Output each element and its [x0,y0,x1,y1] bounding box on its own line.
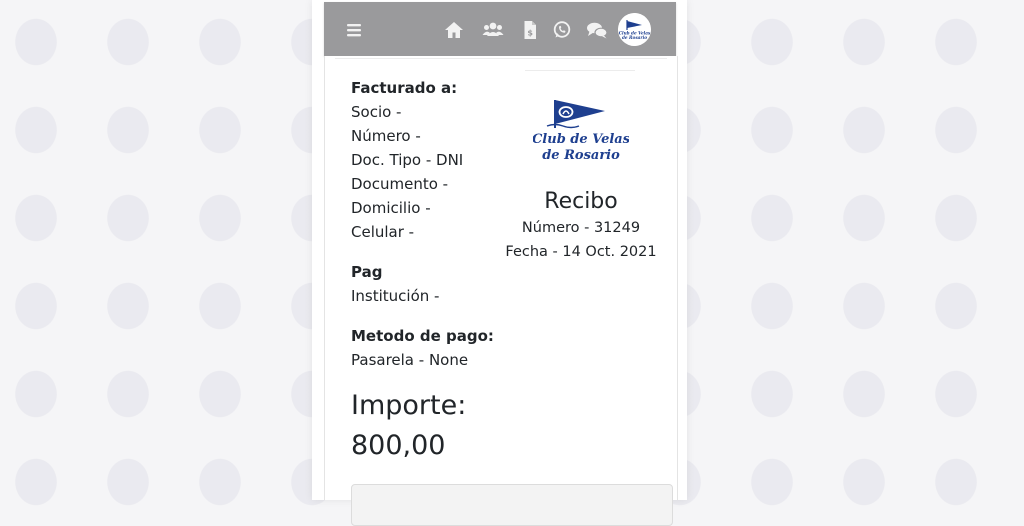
method-value: Pasarela - None [351,351,469,369]
amount-label: Importe: [351,390,467,421]
method-heading: Metodo de pago: [351,327,494,345]
svg-text:$: $ [527,29,533,38]
hamburger-menu-icon[interactable] [344,20,364,40]
receipt-title: Recibo [544,189,618,214]
receipt-date: Fecha - 14 Oct. 2021 [505,244,657,260]
page-container: $ Club de Velas de Rosario Facturado a: [312,0,687,526]
receipt-number: Número - 31249 [521,220,641,236]
chat-icon[interactable] [586,20,608,40]
svg-text:de Rosario: de Rosario [542,148,620,163]
receipt-header: Club de Velas de Rosario Recibo Número -… [497,70,665,264]
divider [335,58,667,59]
invoice-icon[interactable]: $ [520,20,540,40]
logo-divider [525,70,635,71]
svg-text:Club de Velas: Club de Velas [533,132,629,147]
top-navbar: $ Club de Velas de Rosario [324,2,676,56]
payment-institucion: Institución - [351,287,440,305]
receipt-card: Facturado a: Socio - Número - Doc. Tipo … [324,56,678,526]
bottom-panel [351,484,673,526]
club-logo: Club de Velas de Rosario [533,100,629,163]
club-logo-avatar[interactable]: Club de Velas de Rosario [618,13,651,46]
users-icon[interactable] [482,20,504,40]
amount-value: 800,00 [351,430,446,461]
home-icon[interactable] [444,20,464,40]
svg-text:de Rosario: de Rosario [622,35,647,40]
whatsapp-icon[interactable] [552,20,572,40]
